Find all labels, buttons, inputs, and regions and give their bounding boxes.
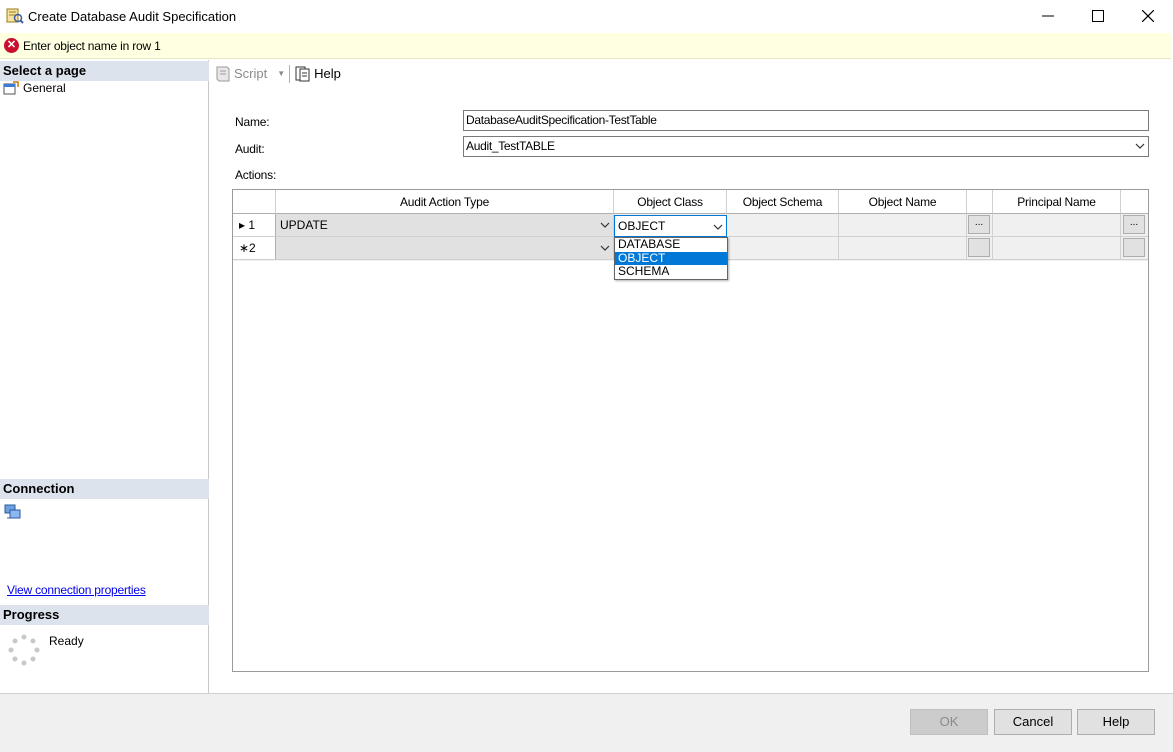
help-toolbar-label: Help (314, 66, 341, 81)
help-button[interactable]: Help (1077, 709, 1155, 735)
object-name-browse-cell (967, 237, 993, 260)
error-bar: ✕ Enter object name in row 1 (0, 33, 1171, 59)
grid-empty-area (233, 261, 1148, 671)
audit-select[interactable]: Audit_TestTABLE (463, 136, 1149, 157)
column-header-audit-action-type[interactable]: Audit Action Type (276, 190, 614, 214)
close-icon (1142, 10, 1154, 22)
object-name-cell[interactable] (839, 214, 967, 237)
audit-label: Audit: (235, 142, 265, 156)
actions-label: Actions: (235, 168, 277, 182)
column-header-object-name-browse (967, 190, 993, 214)
minimize-button[interactable] (1023, 0, 1073, 32)
object-name-browse-cell: ... (967, 214, 993, 237)
actions-grid: Audit Action Type Object Class Object Sc… (232, 189, 1149, 672)
object-schema-cell[interactable] (727, 214, 839, 237)
close-button[interactable] (1123, 0, 1173, 32)
maximize-icon (1092, 10, 1104, 22)
audit-action-type-cell[interactable] (276, 237, 614, 260)
audit-action-type-value: UPDATE (280, 218, 328, 232)
toolbar: Script ▼ Help (210, 60, 1171, 87)
view-connection-properties-link[interactable]: View connection properties (7, 583, 146, 597)
option-database[interactable]: DATABASE (615, 237, 727, 252)
error-circle-icon: ✕ (4, 38, 19, 53)
left-pane: Select a page General Connection View co… (0, 60, 209, 693)
chevron-down-icon (600, 245, 610, 251)
page-icon (3, 81, 19, 95)
cancel-button[interactable]: Cancel (994, 709, 1072, 735)
principal-name-cell[interactable] (993, 237, 1121, 260)
help-book-icon (295, 66, 310, 81)
object-schema-cell[interactable] (727, 237, 839, 260)
row-header-1[interactable]: ▸ 1 (233, 214, 276, 237)
minimize-icon (1042, 15, 1054, 17)
principal-browse-cell (1121, 237, 1148, 260)
column-header-object-schema[interactable]: Object Schema (727, 190, 839, 214)
help-toolbar-button[interactable]: Help (294, 65, 341, 83)
object-name-browse-button[interactable]: ... (968, 215, 990, 234)
column-header-principal-name[interactable]: Principal Name (993, 190, 1121, 214)
option-schema[interactable]: SCHEMA (615, 265, 727, 279)
object-name-cell[interactable] (839, 237, 967, 260)
principal-name-browse-button[interactable]: ... (1123, 215, 1145, 234)
principal-browse-cell: ... (1121, 214, 1148, 237)
chevron-down-icon (713, 224, 723, 230)
object-name-browse-button[interactable] (968, 238, 990, 257)
window-title: Create Database Audit Specification (28, 8, 237, 24)
toolbar-separator (289, 64, 291, 83)
ok-button[interactable]: OK (910, 709, 988, 735)
chevron-down-icon (600, 222, 610, 228)
connection-header: Connection (0, 479, 209, 499)
name-input[interactable]: DatabaseAuditSpecification-TestTable (463, 110, 1149, 131)
principal-name-cell[interactable] (993, 214, 1121, 237)
progress-status: Ready (49, 634, 84, 648)
object-class-dropdown-list: DATABASE OBJECT SCHEMA (614, 237, 728, 280)
script-dropdown-icon[interactable]: ▼ (277, 69, 285, 78)
name-label: Name: (235, 115, 270, 129)
title-bar: Create Database Audit Specification (0, 0, 1173, 32)
button-bar: OK Cancel Help (0, 693, 1173, 752)
audit-select-value: Audit_TestTABLE (466, 139, 555, 153)
column-header-principal-browse (1121, 190, 1148, 214)
row-header-2[interactable]: ∗2 (233, 237, 276, 260)
object-class-combo[interactable]: OBJECT (614, 215, 727, 237)
column-header-object-class[interactable]: Object Class (614, 190, 727, 214)
page-item-label: General (23, 81, 66, 95)
error-message: Enter object name in row 1 (23, 38, 161, 53)
script-icon (216, 66, 230, 81)
progress-spinner-icon (8, 634, 40, 666)
maximize-button[interactable] (1073, 0, 1123, 32)
object-class-value: OBJECT (618, 219, 666, 233)
server-connection-icon (4, 504, 21, 519)
option-object[interactable]: OBJECT (615, 251, 727, 266)
script-button[interactable]: Script ▼ (214, 65, 285, 83)
script-label: Script (234, 66, 268, 81)
grid-corner-header (233, 190, 276, 214)
select-page-header: Select a page (0, 61, 209, 81)
page-item-general[interactable]: General (3, 81, 66, 95)
chevron-down-icon (1135, 143, 1145, 149)
audit-action-type-cell[interactable]: UPDATE (276, 214, 614, 237)
principal-name-browse-button[interactable] (1123, 238, 1145, 257)
audit-spec-icon (6, 8, 24, 24)
progress-header: Progress (0, 605, 209, 625)
column-header-object-name[interactable]: Object Name (839, 190, 967, 214)
